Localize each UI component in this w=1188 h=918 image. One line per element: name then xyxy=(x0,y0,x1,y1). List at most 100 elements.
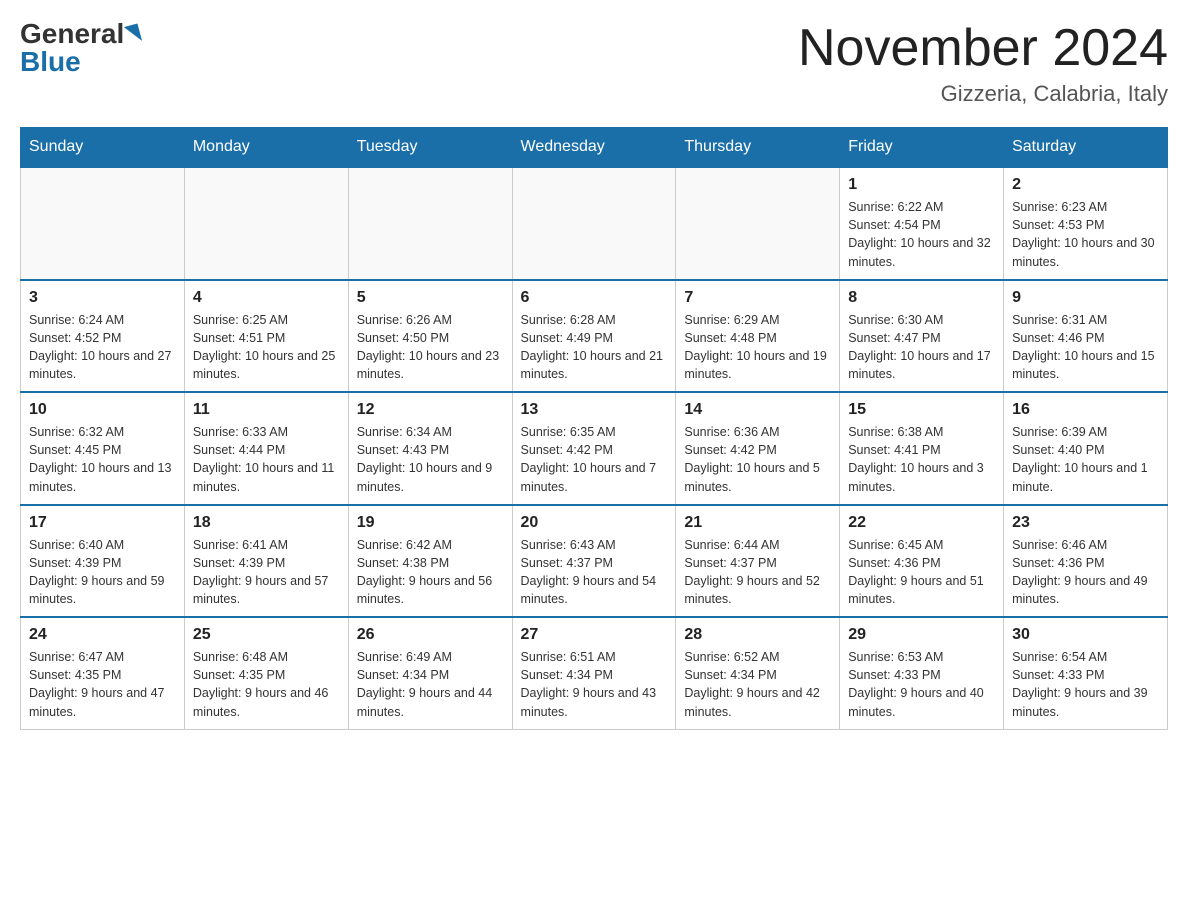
day-number: 30 xyxy=(1012,626,1159,644)
day-info: Sunrise: 6:32 AMSunset: 4:45 PMDaylight:… xyxy=(29,423,176,496)
day-cell: 13 Sunrise: 6:35 AMSunset: 4:42 PMDayligh… xyxy=(512,392,676,505)
day-number: 3 xyxy=(29,289,176,307)
day-number: 21 xyxy=(684,514,831,532)
title-section: November 2024 Gizzeria, Calabria, Italy xyxy=(798,20,1168,107)
day-cell: 15 Sunrise: 6:38 AMSunset: 4:41 PMDayligh… xyxy=(840,392,1004,505)
day-cell: 24 Sunrise: 6:47 AMSunset: 4:35 PMDayligh… xyxy=(21,617,185,729)
day-cell: 25 Sunrise: 6:48 AMSunset: 4:35 PMDayligh… xyxy=(184,617,348,729)
day-number: 26 xyxy=(357,626,504,644)
day-cell: 14 Sunrise: 6:36 AMSunset: 4:42 PMDayligh… xyxy=(676,392,840,505)
day-info: Sunrise: 6:47 AMSunset: 4:35 PMDaylight:… xyxy=(29,648,176,721)
day-number: 14 xyxy=(684,401,831,419)
day-cell: 21 Sunrise: 6:44 AMSunset: 4:37 PMDayligh… xyxy=(676,505,840,618)
weekday-header-sunday: Sunday xyxy=(21,128,185,168)
day-number: 13 xyxy=(521,401,668,419)
weekday-header-wednesday: Wednesday xyxy=(512,128,676,168)
day-number: 25 xyxy=(193,626,340,644)
month-title: November 2024 xyxy=(798,20,1168,77)
day-info: Sunrise: 6:41 AMSunset: 4:39 PMDaylight:… xyxy=(193,536,340,609)
day-info: Sunrise: 6:33 AMSunset: 4:44 PMDaylight:… xyxy=(193,423,340,496)
day-info: Sunrise: 6:25 AMSunset: 4:51 PMDaylight:… xyxy=(193,311,340,384)
day-info: Sunrise: 6:38 AMSunset: 4:41 PMDaylight:… xyxy=(848,423,995,496)
day-cell: 23Sunrise: 6:46 AMSunset: 4:36 PMDayligh… xyxy=(1004,505,1168,618)
weekday-header-row: SundayMondayTuesdayWednesdayThursdayFrid… xyxy=(21,128,1168,168)
day-number: 17 xyxy=(29,514,176,532)
day-cell: 3 Sunrise: 6:24 AMSunset: 4:52 PMDaylight… xyxy=(21,280,185,393)
location-subtitle: Gizzeria, Calabria, Italy xyxy=(798,81,1168,107)
day-number: 19 xyxy=(357,514,504,532)
day-cell: 29 Sunrise: 6:53 AMSunset: 4:33 PMDayligh… xyxy=(840,617,1004,729)
day-info: Sunrise: 6:30 AMSunset: 4:47 PMDaylight:… xyxy=(848,311,995,384)
day-info: Sunrise: 6:29 AMSunset: 4:48 PMDaylight:… xyxy=(684,311,831,384)
weekday-header-friday: Friday xyxy=(840,128,1004,168)
day-cell: 19Sunrise: 6:42 AMSunset: 4:38 PMDayligh… xyxy=(348,505,512,618)
day-number: 6 xyxy=(521,289,668,307)
day-info: Sunrise: 6:39 AMSunset: 4:40 PMDaylight:… xyxy=(1012,423,1159,496)
day-info: Sunrise: 6:23 AMSunset: 4:53 PMDaylight:… xyxy=(1012,198,1159,271)
day-cell: 4Sunrise: 6:25 AMSunset: 4:51 PMDaylight… xyxy=(184,280,348,393)
day-number: 10 xyxy=(29,401,176,419)
day-info: Sunrise: 6:44 AMSunset: 4:37 PMDaylight:… xyxy=(684,536,831,609)
day-number: 8 xyxy=(848,289,995,307)
day-number: 24 xyxy=(29,626,176,644)
day-number: 22 xyxy=(848,514,995,532)
day-cell: 22 Sunrise: 6:45 AMSunset: 4:36 PMDayligh… xyxy=(840,505,1004,618)
day-number: 20 xyxy=(521,514,668,532)
day-cell: 18 Sunrise: 6:41 AMSunset: 4:39 PMDayligh… xyxy=(184,505,348,618)
logo-arrow-icon xyxy=(124,23,142,44)
day-number: 9 xyxy=(1012,289,1159,307)
day-info: Sunrise: 6:40 AMSunset: 4:39 PMDaylight:… xyxy=(29,536,176,609)
weekday-header-thursday: Thursday xyxy=(676,128,840,168)
day-info: Sunrise: 6:53 AMSunset: 4:33 PMDaylight:… xyxy=(848,648,995,721)
day-cell: 10 Sunrise: 6:32 AMSunset: 4:45 PMDayligh… xyxy=(21,392,185,505)
day-number: 23 xyxy=(1012,514,1159,532)
day-number: 12 xyxy=(357,401,504,419)
day-info: Sunrise: 6:26 AMSunset: 4:50 PMDaylight:… xyxy=(357,311,504,384)
day-number: 15 xyxy=(848,401,995,419)
day-cell xyxy=(676,167,840,280)
week-row-1: 1Sunrise: 6:22 AMSunset: 4:54 PMDaylight… xyxy=(21,167,1168,280)
day-number: 16 xyxy=(1012,401,1159,419)
week-row-2: 3 Sunrise: 6:24 AMSunset: 4:52 PMDaylight… xyxy=(21,280,1168,393)
week-row-4: 17 Sunrise: 6:40 AMSunset: 4:39 PMDayligh… xyxy=(21,505,1168,618)
day-info: Sunrise: 6:24 AMSunset: 4:52 PMDaylight:… xyxy=(29,311,176,384)
day-number: 27 xyxy=(521,626,668,644)
day-info: Sunrise: 6:36 AMSunset: 4:42 PMDaylight:… xyxy=(684,423,831,496)
day-number: 2 xyxy=(1012,176,1159,194)
day-cell xyxy=(512,167,676,280)
day-cell: 6 Sunrise: 6:28 AMSunset: 4:49 PMDaylight… xyxy=(512,280,676,393)
day-cell: 7Sunrise: 6:29 AMSunset: 4:48 PMDaylight… xyxy=(676,280,840,393)
weekday-header-tuesday: Tuesday xyxy=(348,128,512,168)
day-info: Sunrise: 6:48 AMSunset: 4:35 PMDaylight:… xyxy=(193,648,340,721)
calendar-table: SundayMondayTuesdayWednesdayThursdayFrid… xyxy=(20,127,1168,730)
week-row-3: 10 Sunrise: 6:32 AMSunset: 4:45 PMDayligh… xyxy=(21,392,1168,505)
day-cell: 5 Sunrise: 6:26 AMSunset: 4:50 PMDaylight… xyxy=(348,280,512,393)
day-cell: 17 Sunrise: 6:40 AMSunset: 4:39 PMDayligh… xyxy=(21,505,185,618)
day-info: Sunrise: 6:35 AMSunset: 4:42 PMDaylight:… xyxy=(521,423,668,496)
day-cell: 26 Sunrise: 6:49 AMSunset: 4:34 PMDayligh… xyxy=(348,617,512,729)
day-cell: 20 Sunrise: 6:43 AMSunset: 4:37 PMDayligh… xyxy=(512,505,676,618)
day-cell: 28Sunrise: 6:52 AMSunset: 4:34 PMDayligh… xyxy=(676,617,840,729)
day-number: 11 xyxy=(193,401,340,419)
day-number: 18 xyxy=(193,514,340,532)
day-info: Sunrise: 6:52 AMSunset: 4:34 PMDaylight:… xyxy=(684,648,831,721)
day-info: Sunrise: 6:45 AMSunset: 4:36 PMDaylight:… xyxy=(848,536,995,609)
day-cell: 16 Sunrise: 6:39 AMSunset: 4:40 PMDayligh… xyxy=(1004,392,1168,505)
day-cell: 9Sunrise: 6:31 AMSunset: 4:46 PMDaylight… xyxy=(1004,280,1168,393)
day-info: Sunrise: 6:49 AMSunset: 4:34 PMDaylight:… xyxy=(357,648,504,721)
day-number: 29 xyxy=(848,626,995,644)
day-cell xyxy=(184,167,348,280)
day-info: Sunrise: 6:54 AMSunset: 4:33 PMDaylight:… xyxy=(1012,648,1159,721)
weekday-header-monday: Monday xyxy=(184,128,348,168)
day-cell: 8 Sunrise: 6:30 AMSunset: 4:47 PMDaylight… xyxy=(840,280,1004,393)
logo-blue-text: Blue xyxy=(20,48,81,76)
day-cell: 30 Sunrise: 6:54 AMSunset: 4:33 PMDayligh… xyxy=(1004,617,1168,729)
day-cell: 12 Sunrise: 6:34 AMSunset: 4:43 PMDayligh… xyxy=(348,392,512,505)
day-number: 5 xyxy=(357,289,504,307)
day-info: Sunrise: 6:43 AMSunset: 4:37 PMDaylight:… xyxy=(521,536,668,609)
day-info: Sunrise: 6:34 AMSunset: 4:43 PMDaylight:… xyxy=(357,423,504,496)
weekday-header-saturday: Saturday xyxy=(1004,128,1168,168)
day-cell xyxy=(348,167,512,280)
week-row-5: 24 Sunrise: 6:47 AMSunset: 4:35 PMDayligh… xyxy=(21,617,1168,729)
day-info: Sunrise: 6:28 AMSunset: 4:49 PMDaylight:… xyxy=(521,311,668,384)
